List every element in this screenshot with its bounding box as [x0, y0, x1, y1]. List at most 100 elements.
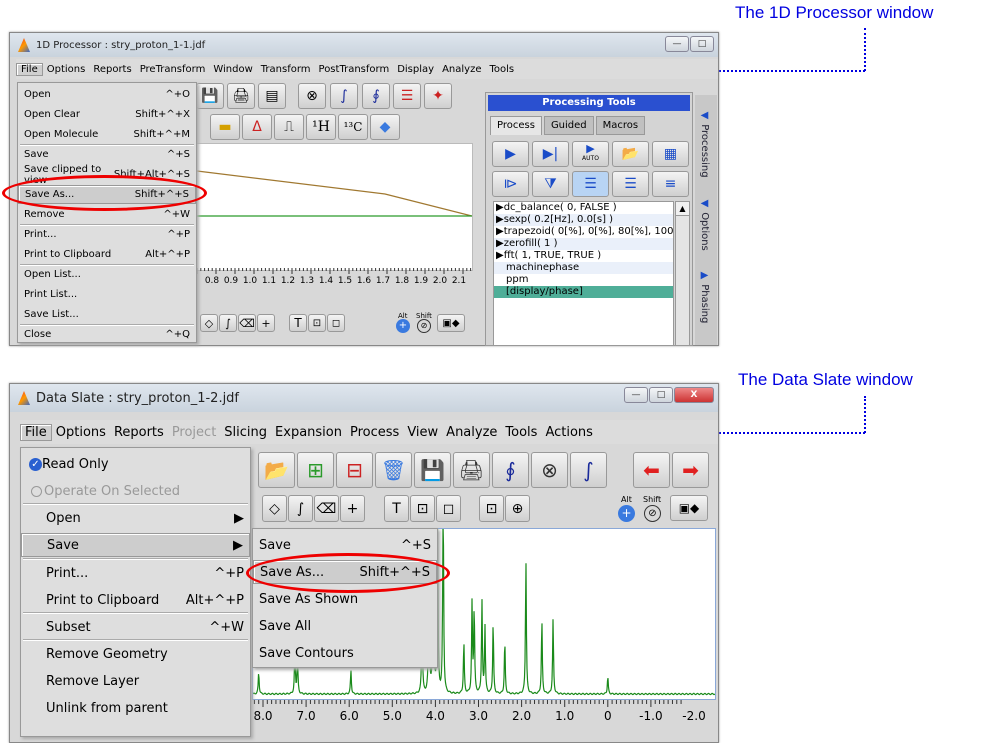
auto-run-button[interactable]: ▶ AUTO: [572, 141, 609, 167]
move-icon[interactable]: +: [618, 505, 635, 522]
minimize-button[interactable]: —: [624, 387, 648, 403]
menu-item-save[interactable]: Save ^+S: [18, 145, 196, 164]
menu-reports[interactable]: Reports: [89, 64, 135, 75]
cancel-icon[interactable]: ⊗: [298, 83, 326, 109]
menu-reports[interactable]: Reports: [110, 425, 168, 440]
menu-project[interactable]: Project: [168, 425, 220, 440]
back-arrow-icon[interactable]: ⬅: [633, 452, 670, 488]
process-step[interactable]: ▶dc_balance( 0, FALSE ): [494, 202, 673, 214]
process-list[interactable]: ▶dc_balance( 0, FALSE ) ▶sexp( 0.2[Hz], 0…: [493, 201, 674, 346]
side-tab-processing[interactable]: ◀ Processing: [699, 110, 710, 178]
menu-options[interactable]: Options: [43, 64, 90, 75]
run-to-end-icon[interactable]: ▶|: [532, 141, 569, 167]
baseline-icon[interactable]: ☰: [393, 83, 421, 109]
expand-icon[interactable]: ⧩: [532, 171, 569, 197]
maximize-button[interactable]: □: [649, 387, 673, 403]
menu-file[interactable]: File: [20, 423, 52, 441]
menu-item-print-to-clipboard[interactable]: Print to Clipboard Alt+^+P: [18, 245, 196, 264]
point-tool-icon[interactable]: ⊡: [479, 495, 504, 522]
menu-slicing[interactable]: Slicing: [220, 425, 271, 440]
frame-tool-icon[interactable]: ◻: [327, 314, 345, 332]
menu-window[interactable]: Window: [209, 64, 256, 75]
ruler-icon[interactable]: ▬: [210, 114, 240, 140]
print-icon[interactable]: 🖨: [453, 452, 490, 488]
target-tool-icon[interactable]: ⊕: [505, 495, 530, 522]
menu-item-remove-geometry[interactable]: Remove Geometry: [21, 642, 250, 666]
add-layer-icon[interactable]: ⊞: [297, 452, 334, 488]
menu-analyze[interactable]: Analyze: [438, 64, 485, 75]
menu-pretransform[interactable]: PreTransform: [136, 64, 210, 75]
process-step[interactable]: ▶fft( 1, TRUE, TRUE ): [494, 250, 673, 262]
step-icon[interactable]: ⧐: [492, 171, 529, 197]
process-step[interactable]: [display/phase]: [494, 286, 673, 298]
menu-file[interactable]: File: [16, 62, 43, 76]
integral-clear-icon[interactable]: ∮: [362, 83, 390, 109]
select-tool-icon[interactable]: ◇: [200, 314, 218, 332]
integrate-tool-icon[interactable]: ∫: [219, 314, 237, 332]
spectrum-icon[interactable]: ⎍: [274, 114, 304, 140]
close-button[interactable]: X: [674, 387, 714, 403]
text-tool-icon[interactable]: T: [384, 495, 409, 522]
insert-before-icon[interactable]: ☰: [612, 171, 649, 197]
menu-tools[interactable]: Tools: [501, 425, 541, 440]
save-icon[interactable]: 💾: [414, 452, 451, 488]
menu-analyze[interactable]: Analyze: [442, 425, 501, 440]
scroll-up-icon[interactable]: ▲: [676, 202, 689, 216]
read-only-checkbox[interactable]: ✓ Read Only: [21, 454, 250, 474]
menu-item-save-contours[interactable]: Save Contours: [253, 641, 437, 665]
menu-view[interactable]: View: [403, 425, 442, 440]
process-step[interactable]: ppm: [494, 274, 673, 286]
menu-item-close[interactable]: Close ^+Q: [18, 325, 196, 344]
keyboard-toggle-icon[interactable]: ▣◆: [437, 314, 465, 332]
box-tool-icon[interactable]: ⊡: [410, 495, 435, 522]
menu-item-subset[interactable]: Subset ^+W: [21, 615, 250, 639]
integrate-tool-icon[interactable]: ∫: [288, 495, 313, 522]
save-list-icon[interactable]: ▦: [652, 141, 689, 167]
side-tab-phasing[interactable]: ▶ Phasing: [699, 270, 710, 323]
integral-icon[interactable]: ∫: [330, 83, 358, 109]
menu-transform[interactable]: Transform: [257, 64, 315, 75]
crosshair-tool-icon[interactable]: +: [257, 314, 275, 332]
crosshair-tool-icon[interactable]: +: [340, 495, 365, 522]
open-folder-icon[interactable]: 📂: [258, 452, 295, 488]
menu-tools[interactable]: Tools: [485, 64, 518, 75]
process-step[interactable]: ▶zerofill( 1 ): [494, 238, 673, 250]
menu-item-open-molecule[interactable]: Open Molecule Shift+^+M: [18, 125, 196, 144]
trash-icon[interactable]: 🗑: [375, 452, 412, 488]
process-step[interactable]: ▶sexp( 0.2[Hz], 0.0[s] ): [494, 214, 673, 226]
eraser-icon[interactable]: ◆: [370, 114, 400, 140]
menu-item-open[interactable]: Open ▶: [21, 506, 250, 530]
menu-item-print[interactable]: Print... ^+P: [18, 225, 196, 244]
maximize-button[interactable]: □: [690, 36, 714, 52]
zoom-icon[interactable]: ⊘: [644, 505, 661, 522]
process-step[interactable]: ▶trapezoid( 0[%], 0[%], 80[%], 100...: [494, 226, 673, 238]
zoom-icon[interactable]: ⊘: [417, 319, 431, 333]
side-tab-options[interactable]: ◀ Options: [699, 198, 710, 251]
cancel-icon[interactable]: ⊗: [531, 452, 568, 488]
keyboard-toggle-icon[interactable]: ▣◆: [670, 495, 708, 521]
menu-item-open-list[interactable]: Open List...: [18, 265, 196, 284]
print-preview-icon[interactable]: ▤: [258, 83, 286, 109]
insert-after-icon[interactable]: ☰: [572, 171, 609, 197]
tab-macros[interactable]: Macros: [595, 116, 646, 135]
print-icon[interactable]: 🖨: [227, 83, 255, 109]
tab-guided[interactable]: Guided: [543, 116, 594, 135]
menu-item-print-list[interactable]: Print List...: [18, 285, 196, 304]
menu-item-print-to-clipboard[interactable]: Print to Clipboard Alt+^+P: [21, 588, 250, 612]
eraser-tool-icon[interactable]: ⌫: [238, 314, 256, 332]
remove-layer-icon[interactable]: ⊟: [336, 452, 373, 488]
menu-actions[interactable]: Actions: [541, 425, 597, 440]
tab-process[interactable]: Process: [490, 116, 542, 135]
menu-options[interactable]: Options: [52, 425, 110, 440]
process-step[interactable]: machinephase: [494, 262, 673, 274]
open-list-icon[interactable]: 📂: [612, 141, 649, 167]
menu-item-save[interactable]: Save ▶: [21, 533, 250, 557]
menu-item-open-clear[interactable]: Open Clear Shift+^+X: [18, 105, 196, 124]
menu-posttransform[interactable]: PostTransform: [315, 64, 394, 75]
minimize-button[interactable]: —: [665, 36, 689, 52]
operate-on-selected-radio[interactable]: Operate On Selected: [21, 481, 250, 501]
save-icon[interactable]: 💾: [196, 83, 224, 109]
menu-expansion[interactable]: Expansion: [271, 425, 346, 440]
eraser-tool-icon[interactable]: ⌫: [314, 495, 339, 522]
box-tool-icon[interactable]: ⊡: [308, 314, 326, 332]
